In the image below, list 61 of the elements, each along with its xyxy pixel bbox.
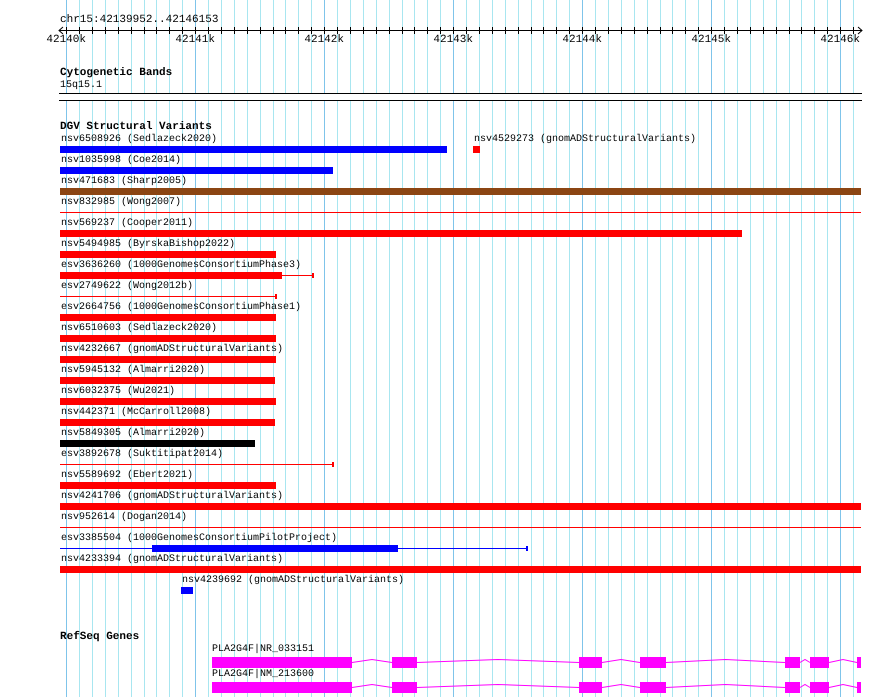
variant-label: nsv442371 (McCarroll2008) <box>61 407 212 419</box>
track-title: RefSeq Genes <box>60 631 140 643</box>
variant-label: nsv6508926 (Sedlazeck2020) <box>61 134 218 146</box>
tick-label: 42140k <box>46 34 86 46</box>
variant-label: nsv471683 (Sharp2005) <box>61 176 188 188</box>
variant-bar[interactable] <box>60 440 255 447</box>
track-title: Cytogenetic Bands <box>60 67 172 79</box>
variant-bar[interactable] <box>181 587 193 594</box>
variant-label: nsv5849305 (Almarri2020) <box>61 428 206 440</box>
variant-label: nsv832985 (Wong2007) <box>61 197 182 209</box>
variant-label: nsv5589692 (Ebert2021) <box>61 470 194 482</box>
variant-label: esv3892678 (Suktitipat2014) <box>61 449 224 461</box>
tick-label: 42144k <box>562 34 602 46</box>
variant-label: esv3636260 (1000GenomesConsortiumPhase3) <box>61 260 302 272</box>
variant-bar[interactable] <box>60 566 861 573</box>
variant-bar[interactable] <box>60 356 276 363</box>
variant-label: nsv6510603 (Sedlazeck2020) <box>61 323 218 335</box>
tick-label: 42145k <box>691 34 731 46</box>
variant-label: esv2664756 (1000GenomesConsortiumPhase1) <box>61 302 302 314</box>
variant-label: nsv4241706 (gnomADStructuralVariants) <box>61 491 284 503</box>
variant-label: nsv952614 (Dogan2014) <box>61 512 188 524</box>
variant-label: nsv4233394 (gnomADStructuralVariants) <box>61 554 284 566</box>
variant-label: nsv5494985 (ByrskaBishop2022) <box>61 239 236 251</box>
location-label: chr15:42139952..42146153 <box>60 14 218 26</box>
variant-bar[interactable] <box>60 188 861 195</box>
variant-bar[interactable] <box>60 251 276 258</box>
variant-bar[interactable] <box>60 377 275 384</box>
gene-label: PLA2G4F|NR_033151 <box>212 644 314 656</box>
tick-label: 42146k <box>820 34 860 46</box>
variant-bar[interactable] <box>60 503 861 510</box>
variant-line[interactable] <box>282 273 314 278</box>
band-label: 15q15.1 <box>60 80 102 92</box>
variant-bar[interactable] <box>60 146 447 153</box>
variant-bar[interactable] <box>60 167 333 174</box>
variant-bar[interactable] <box>60 419 275 426</box>
variant-line[interactable] <box>398 546 528 551</box>
variant-line[interactable] <box>60 294 277 299</box>
variant-bar[interactable] <box>60 314 276 321</box>
variant-label: nsv5945132 (Almarri2020) <box>61 365 206 377</box>
variant-bar[interactable] <box>60 335 276 342</box>
variant-bar[interactable] <box>60 230 742 237</box>
gene-model-drawing[interactable] <box>212 657 861 668</box>
variant-label: esv3385504 (1000GenomesConsortiumPilotProject) <box>61 533 338 545</box>
variant-line[interactable] <box>60 462 334 467</box>
tick-label: 42142k <box>304 34 344 46</box>
variant-label: nsv4529273 (gnomADStructuralVariants) <box>474 134 696 146</box>
variant-label: nsv1035998 (Coe2014) <box>61 155 182 167</box>
gene-label: PLA2G4F|NM_213600 <box>212 669 314 681</box>
variant-label: nsv6032375 (Wu2021) <box>61 386 176 398</box>
variant-bar[interactable] <box>60 398 276 405</box>
variant-label: nsv569237 (Cooper2011) <box>61 218 194 230</box>
variant-bar[interactable] <box>60 482 276 489</box>
variant-label: nsv4232667 (gnomADStructuralVariants) <box>61 344 284 356</box>
track-title: DGV Structural Variants <box>60 121 212 133</box>
gene-model-drawing[interactable] <box>212 682 861 693</box>
variant-label: esv2749622 (Wong2012b) <box>61 281 194 293</box>
tick-label: 42143k <box>433 34 473 46</box>
variant-label: nsv4239692 (gnomADStructuralVariants) <box>182 575 404 587</box>
variant-bar[interactable] <box>473 146 480 153</box>
tick-label: 42141k <box>175 34 215 46</box>
variant-line[interactable] <box>60 546 154 551</box>
